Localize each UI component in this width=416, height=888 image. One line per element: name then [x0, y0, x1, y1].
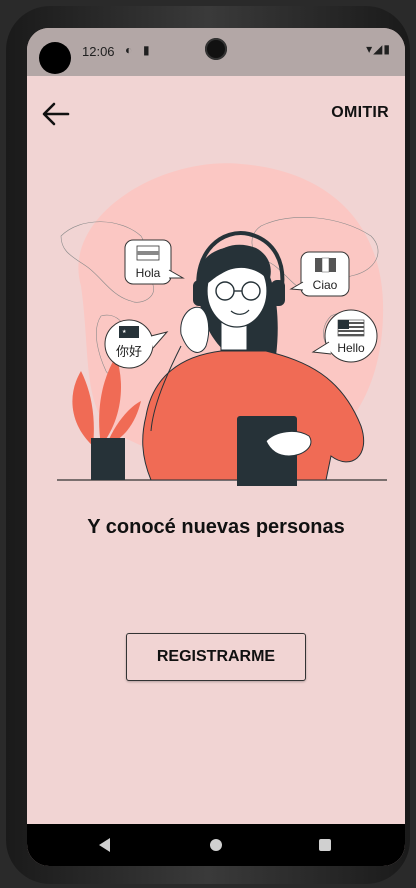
app-screen: 12:06 ◐ ▮ ▾◢▮ OMITIR Hola Ciao ★ 你好 Hell… — [27, 28, 405, 866]
language-illustration: Hola Ciao ★ 你好 Hello — [41, 156, 391, 492]
italy-flag-icon — [315, 257, 336, 273]
svg-text:★: ★ — [122, 329, 127, 335]
navigation-bar — [27, 824, 405, 866]
sd-card-icon: ▮ — [143, 43, 150, 57]
bubble-text-hello: Hello — [337, 341, 365, 355]
bubble-text-hola: Hola — [136, 266, 161, 280]
usa-flag-icon — [337, 319, 365, 337]
status-time: 12:06 — [82, 44, 115, 59]
front-camera — [205, 38, 227, 60]
flag-icon — [136, 245, 160, 261]
nav-home-icon[interactable] — [210, 839, 222, 851]
skip-button[interactable]: OMITIR — [331, 104, 389, 122]
status-app-icon: ◐ — [125, 43, 133, 57]
nav-back-icon[interactable] — [99, 838, 110, 852]
register-button[interactable]: REGISTRARME — [126, 633, 306, 681]
back-button[interactable] — [41, 100, 75, 128]
top-bar: OMITIR — [27, 76, 405, 146]
china-flag-icon: ★ — [119, 326, 139, 338]
signal-icon: ◢ — [373, 42, 384, 56]
status-bar: 12:06 ◐ ▮ ▾◢▮ — [27, 28, 405, 76]
battery-icon: ▮ — [383, 42, 391, 56]
bubble-text-ciao: Ciao — [313, 278, 338, 292]
page-subtitle: Y conocé nuevas personas — [87, 516, 345, 538]
system-icons: ▾◢▮ — [366, 42, 391, 56]
camera-cutout — [39, 42, 71, 74]
bubble-text-nihao: 你好 — [116, 345, 142, 360]
nav-recents-icon[interactable] — [319, 839, 331, 851]
arrow-left-icon — [42, 102, 70, 126]
phone-frame: 12:06 ◐ ▮ ▾◢▮ OMITIR Hola Ciao ★ 你好 Hell… — [6, 6, 410, 884]
